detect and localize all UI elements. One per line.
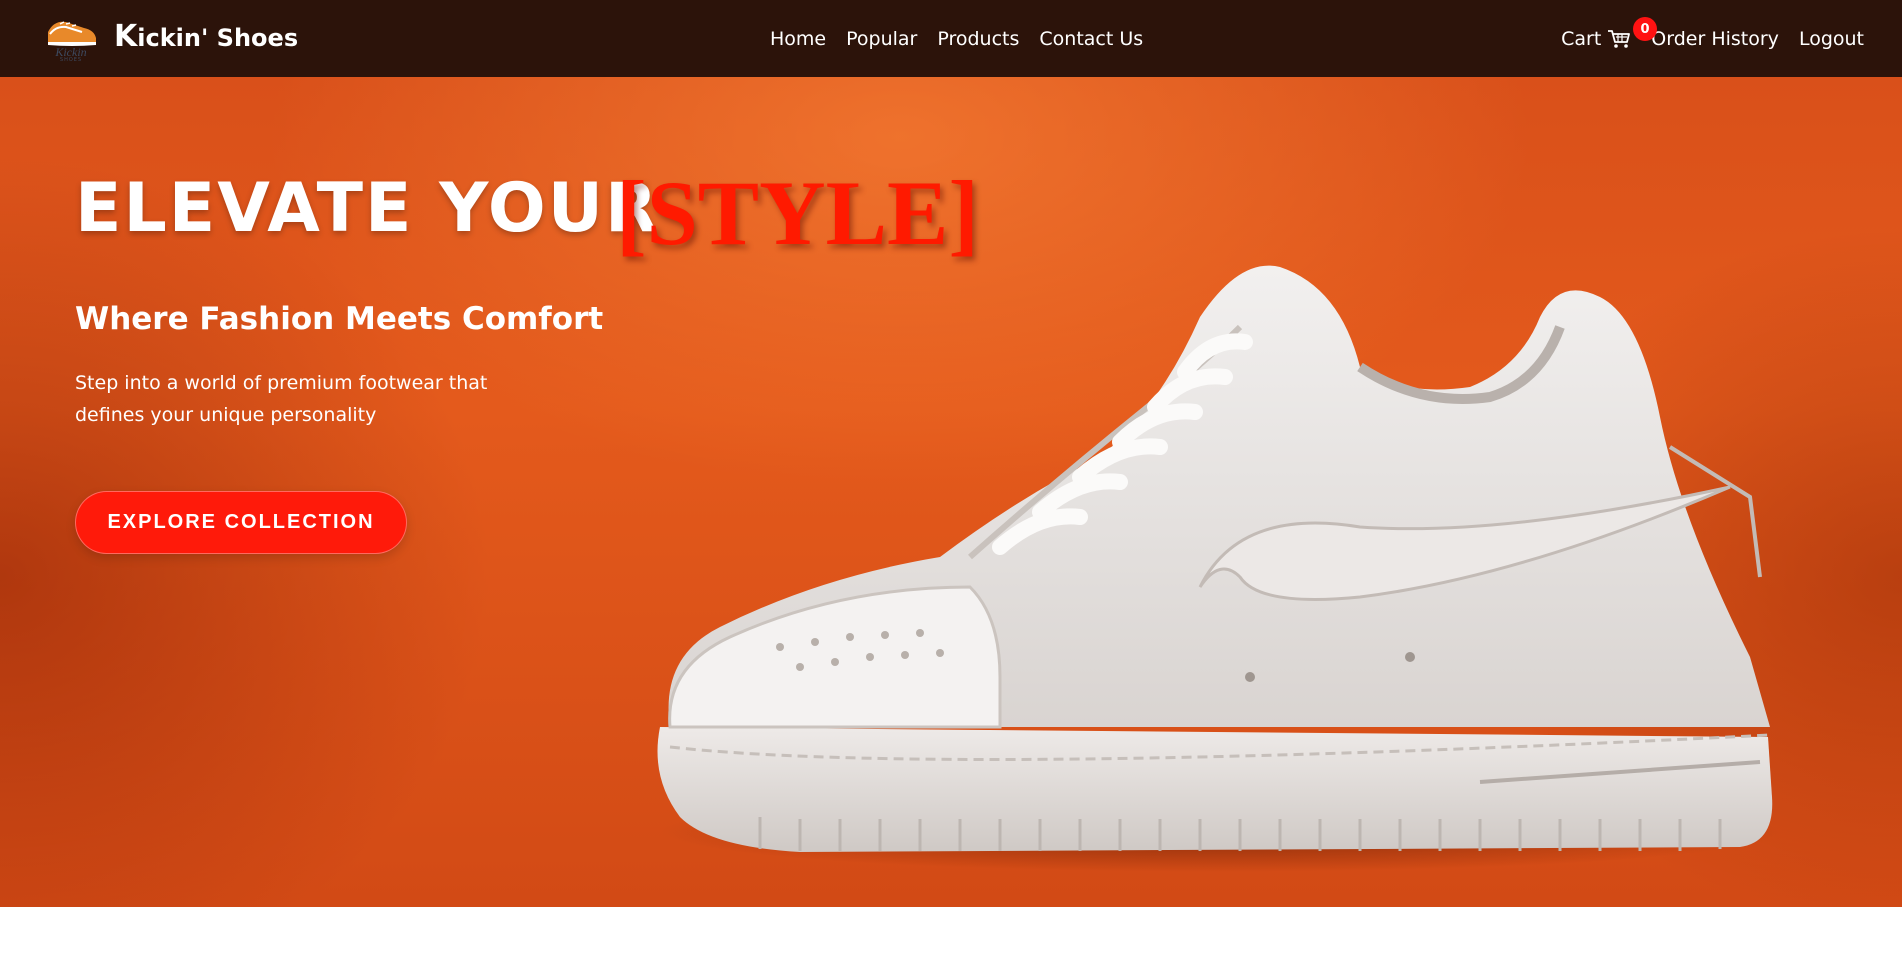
nav-products[interactable]: Products <box>937 28 1019 50</box>
hero-description: Step into a world of premium footwear th… <box>75 372 488 426</box>
navbar: Kickin SHOES Kickin' Shoes Home Popular … <box>0 0 1902 77</box>
explore-collection-button[interactable]: EXPLORE COLLECTION <box>75 491 407 554</box>
nav-contact-us[interactable]: Contact Us <box>1039 28 1143 50</box>
nav-popular[interactable]: Popular <box>846 28 917 50</box>
shopping-cart-icon <box>1607 28 1631 50</box>
user-nav: Cart Order History Logout <box>1561 0 1864 77</box>
hero-title-accent: [STYLE] <box>616 162 979 264</box>
hero-subtitle: Where Fashion Meets Comfort <box>75 301 604 337</box>
cart-count-badge: 0 <box>1633 17 1657 41</box>
white-sneaker-image <box>657 265 1780 872</box>
brand-name-rest: ickin' Shoes <box>137 23 299 52</box>
nav-home[interactable]: Home <box>770 28 826 50</box>
hero-section: ELEVATE YOUR [STYLE] Where Fashion Meets… <box>0 77 1902 907</box>
hero-title: ELEVATE YOUR <box>75 169 660 248</box>
nav-order-history[interactable]: Order History <box>1651 28 1779 50</box>
brand-name-initial: K <box>114 18 138 54</box>
cart-label: Cart <box>1561 27 1602 50</box>
brand[interactable]: Kickin SHOES Kickin' Shoes <box>40 10 298 63</box>
brand-name: Kickin' Shoes <box>114 19 298 54</box>
svg-text:SHOES: SHOES <box>60 57 82 62</box>
sneaker-logo-icon: Kickin SHOES <box>40 10 102 63</box>
nav-logout[interactable]: Logout <box>1799 28 1864 50</box>
cart-link[interactable]: Cart <box>1561 28 1631 50</box>
main-nav: Home Popular Products Contact Us <box>770 0 1143 77</box>
